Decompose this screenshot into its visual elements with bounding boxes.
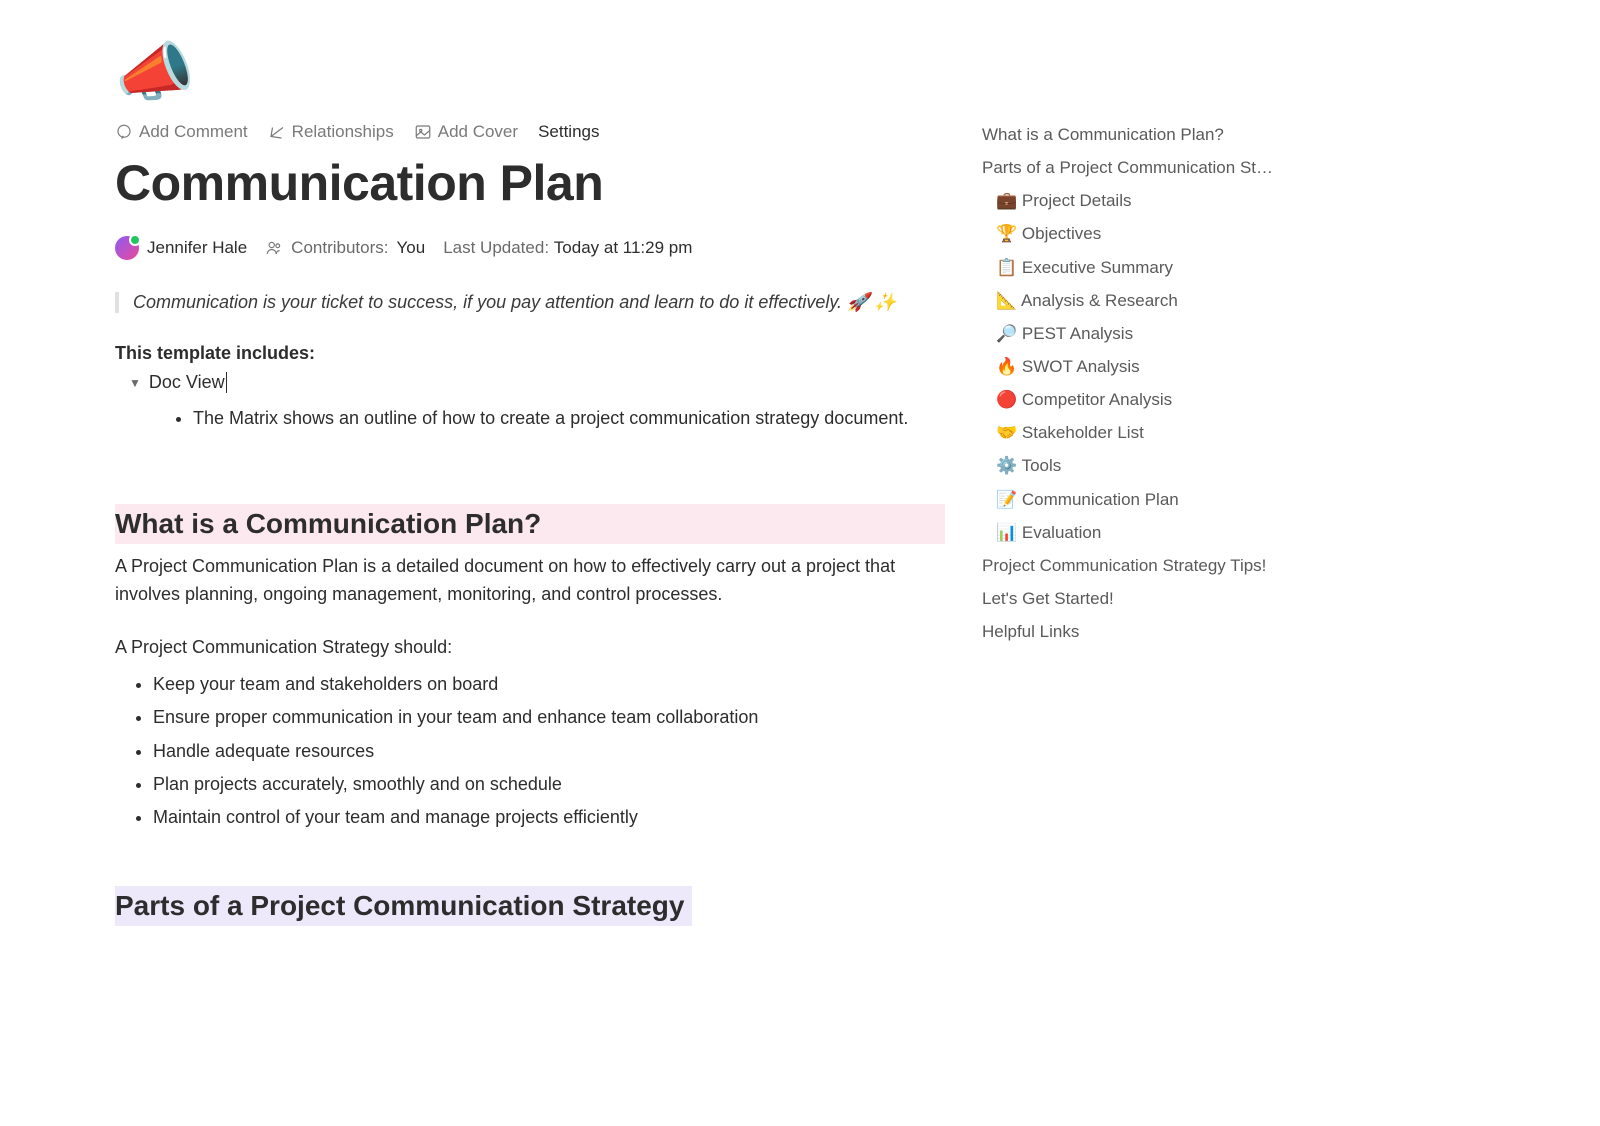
document-toolbar: Add Comment Relationships Add Cover Sett… <box>115 122 945 142</box>
people-icon <box>265 239 283 257</box>
strategy-should-list[interactable]: Keep your team and stakeholders on board… <box>153 668 945 834</box>
list-item[interactable]: Handle adequate resources <box>153 735 945 768</box>
toggle-label: Doc View <box>149 372 227 393</box>
outline-item[interactable]: Parts of a Project Communication St… <box>982 151 1282 184</box>
last-updated-block: Last Updated: Today at 11:29 pm <box>443 238 692 258</box>
outline-item[interactable]: Helpful Links <box>982 615 1282 648</box>
relationships-icon <box>268 123 286 141</box>
outline-item[interactable]: Let's Get Started! <box>982 582 1282 615</box>
relationships-label: Relationships <box>292 122 394 142</box>
outline-item[interactable]: 📋 Executive Summary <box>982 251 1282 284</box>
toggle-bullet-list[interactable]: The Matrix shows an outline of how to cr… <box>193 403 945 434</box>
contributors-value: You <box>397 238 426 258</box>
what-is-paragraph[interactable]: A Project Communication Plan is a detail… <box>115 552 945 610</box>
add-comment-label: Add Comment <box>139 122 248 142</box>
outline-item[interactable]: 🔥 SWOT Analysis <box>982 350 1282 383</box>
add-cover-label: Add Cover <box>438 122 518 142</box>
outline-sidebar: What is a Communication Plan? Parts of a… <box>982 118 1282 648</box>
what-is-heading[interactable]: What is a Communication Plan? <box>115 504 945 544</box>
chevron-down-icon: ▼ <box>129 376 141 390</box>
list-item[interactable]: Keep your team and stakeholders on board <box>153 668 945 701</box>
outline-item[interactable]: 🏆 Objectives <box>982 217 1282 250</box>
quote-text: Communication is your ticket to success,… <box>133 292 897 312</box>
outline-item[interactable]: 📐 Analysis & Research <box>982 284 1282 317</box>
add-comment-button[interactable]: Add Comment <box>115 122 248 142</box>
comment-icon <box>115 123 133 141</box>
author-name: Jennifer Hale <box>147 238 247 258</box>
image-icon <box>414 123 432 141</box>
page-icon[interactable]: 📣 <box>115 40 945 104</box>
parts-heading[interactable]: Parts of a Project Communication Strateg… <box>115 886 692 926</box>
outline-item[interactable]: ⚙️ Tools <box>982 449 1282 482</box>
doc-view-toggle[interactable]: ▼ Doc View <box>129 372 945 393</box>
outline-item[interactable]: 💼 Project Details <box>982 184 1282 217</box>
list-item[interactable]: Maintain control of your team and manage… <box>153 801 945 834</box>
add-cover-button[interactable]: Add Cover <box>414 122 518 142</box>
author-block[interactable]: Jennifer Hale <box>115 236 247 260</box>
outline-item[interactable]: What is a Communication Plan? <box>982 118 1282 151</box>
contributors-label: Contributors: <box>291 238 388 258</box>
template-includes-heading[interactable]: This template includes: <box>115 343 945 364</box>
document-main: 📣 Add Comment Relationships Add Cover Se… <box>0 40 945 934</box>
settings-label: Settings <box>538 122 599 142</box>
outline-item[interactable]: 🔴 Competitor Analysis <box>982 383 1282 416</box>
document-meta: Jennifer Hale Contributors: You Last Upd… <box>115 236 945 260</box>
list-item[interactable]: Plan projects accurately, smoothly and o… <box>153 768 945 801</box>
updated-label: Last Updated: <box>443 238 549 257</box>
outline-item[interactable]: 📝 Communication Plan <box>982 483 1282 516</box>
outline-item[interactable]: Project Communication Strategy Tips! <box>982 549 1282 582</box>
contributors-block[interactable]: Contributors: You <box>265 238 425 258</box>
strategy-should-paragraph[interactable]: A Project Communication Strategy should: <box>115 633 945 662</box>
list-item[interactable]: Ensure proper communication in your team… <box>153 701 945 734</box>
outline-item[interactable]: 📊 Evaluation <box>982 516 1282 549</box>
updated-value: Today at 11:29 pm <box>554 238 693 257</box>
quote-block[interactable]: Communication is your ticket to success,… <box>115 292 945 313</box>
page-title[interactable]: Communication Plan <box>115 154 945 212</box>
list-item[interactable]: The Matrix shows an outline of how to cr… <box>193 403 945 434</box>
settings-button[interactable]: Settings <box>538 122 599 142</box>
avatar <box>115 236 139 260</box>
outline-item[interactable]: 🔎 PEST Analysis <box>982 317 1282 350</box>
relationships-button[interactable]: Relationships <box>268 122 394 142</box>
outline-item[interactable]: 🤝 Stakeholder List <box>982 416 1282 449</box>
